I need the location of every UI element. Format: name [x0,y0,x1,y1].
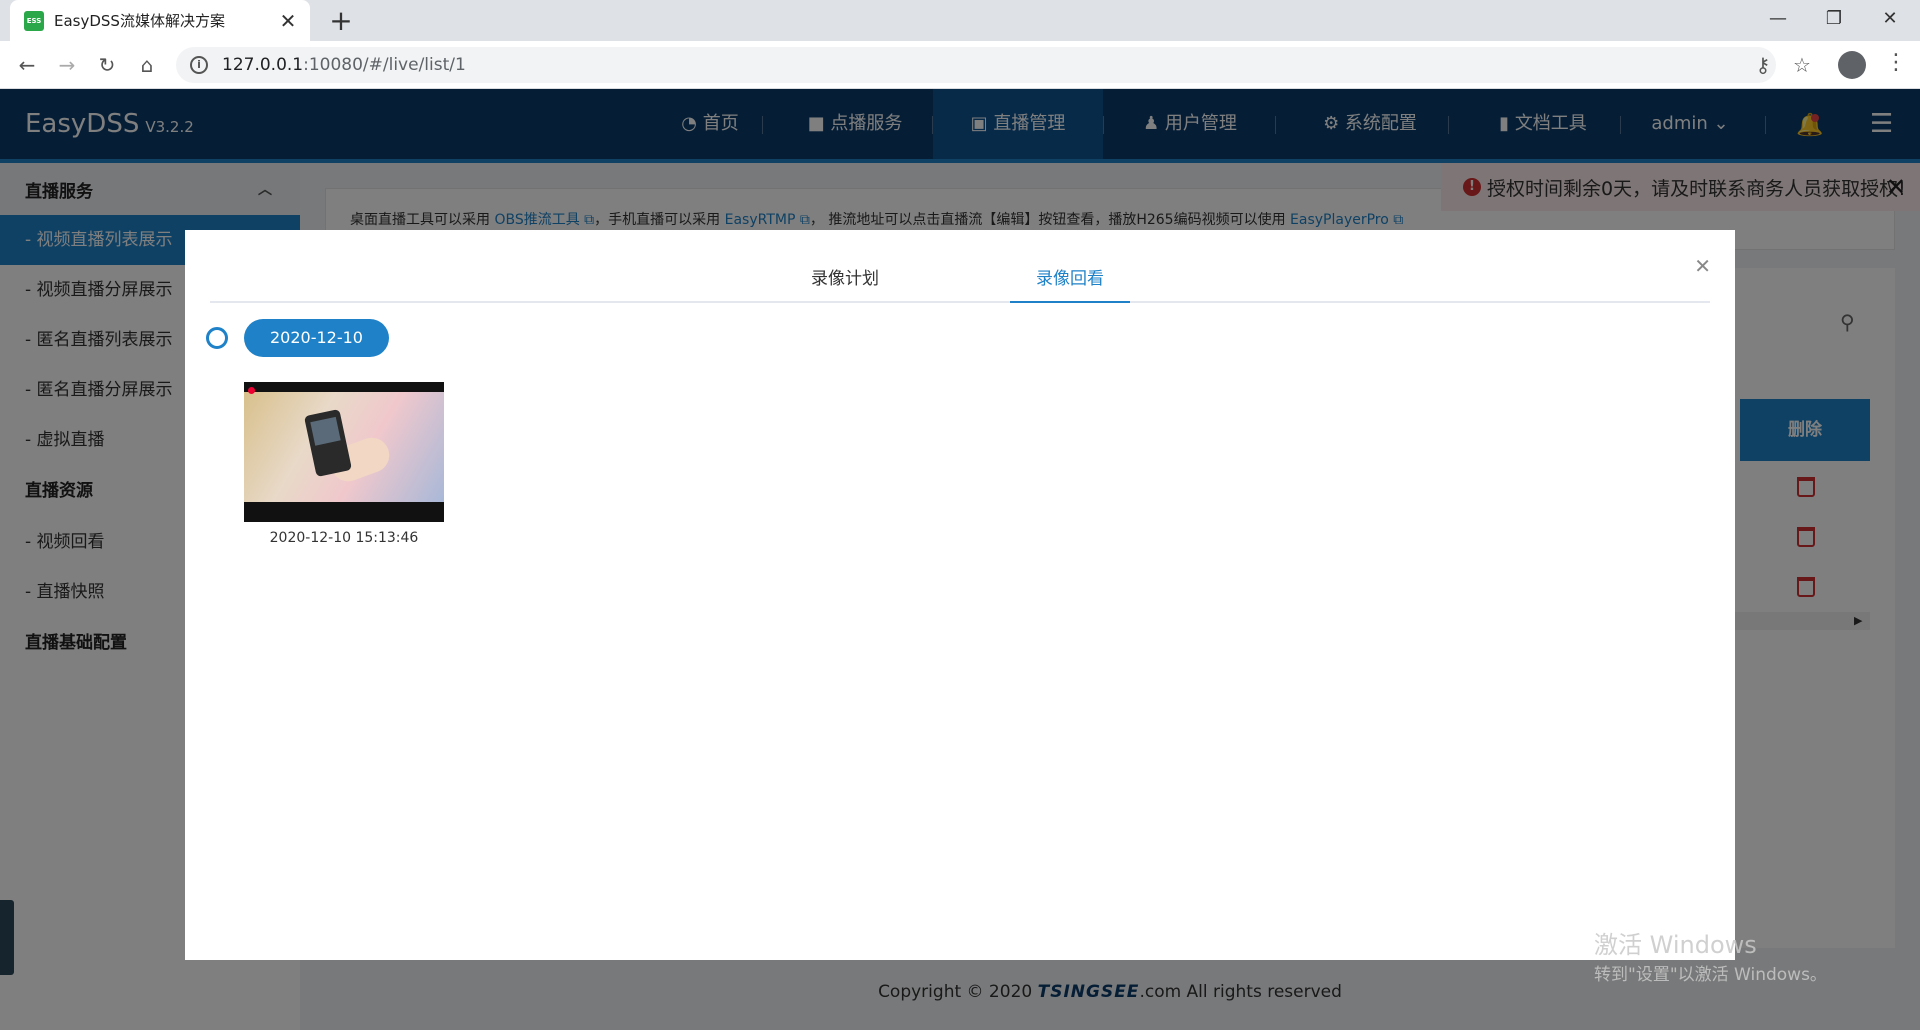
tab-close-icon[interactable]: ✕ [278,9,298,33]
home-icon[interactable]: ⌂ [132,50,162,80]
address-bar-row: ← → ↻ ⌂ i 127.0.0.1:10080/#/live/list/1 … [0,41,1920,89]
recording-dialog: ✕ 录像计划 录像回看 2020-12-10 2020-12-10 15:13:… [185,230,1735,960]
new-tab-icon[interactable]: + [325,5,357,37]
key-icon[interactable]: ⚷ [1748,50,1778,80]
browser-tabbar: ESS EasyDSS流媒体解决方案 ✕ + — ❐ ✕ [0,0,1920,41]
minimize-icon[interactable]: — [1750,0,1806,41]
date-radio[interactable] [206,327,228,349]
favicon-icon: ESS [24,10,44,31]
star-icon[interactable]: ☆ [1787,50,1817,80]
back-icon[interactable]: ← [12,50,42,80]
tab-title: EasyDSS流媒体解决方案 [54,12,225,30]
forward-icon[interactable]: → [52,50,82,80]
site-info-icon[interactable]: i [190,56,208,74]
url-path: :10080/#/live/list/1 [303,55,466,75]
url-input[interactable]: i 127.0.0.1:10080/#/live/list/1 [176,47,1776,83]
date-badge[interactable]: 2020-12-10 [244,319,389,357]
dialog-tabs: 录像计划 录像回看 [210,255,1710,303]
thumbnail-logo [248,386,257,394]
recording-timestamp: 2020-12-10 15:13:46 [269,530,419,546]
close-window-icon[interactable]: ✕ [1862,0,1918,41]
reload-icon[interactable]: ↻ [92,50,122,80]
restore-icon[interactable]: ❐ [1806,0,1862,41]
tab-record-plan[interactable]: 录像计划 [785,255,905,303]
url-host: 127.0.0.1 [222,55,304,75]
tab-record-playback[interactable]: 录像回看 [1010,255,1130,303]
watermark-line2: 转到"设置"以激活 Windows。 [1594,965,1827,985]
browser-menu-icon[interactable]: ⋮ [1885,50,1907,75]
recording-thumbnail[interactable] [244,382,444,522]
thumbnail-phone-screen [310,416,341,446]
windows-activation-watermark: 激活 Windows 转到"设置"以激活 Windows。 [1594,925,1827,985]
profile-avatar-icon[interactable] [1838,51,1866,79]
browser-tab[interactable]: ESS EasyDSS流媒体解决方案 ✕ [10,0,310,41]
watermark-line1: 激活 Windows [1594,931,1757,959]
